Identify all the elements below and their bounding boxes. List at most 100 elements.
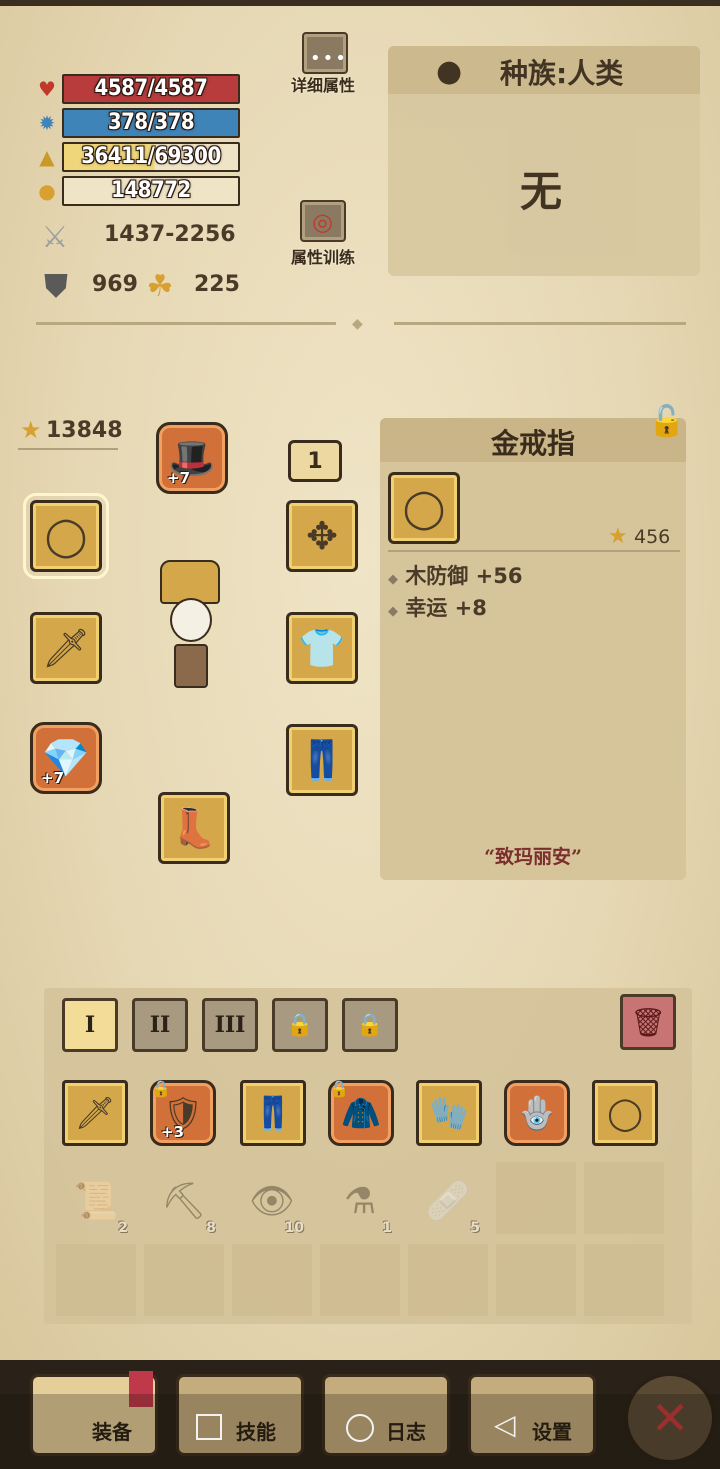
item-score: 456 — [634, 526, 671, 548]
loadout-tab-1[interactable]: I — [62, 998, 118, 1052]
loadout-tab-locked-4[interactable]: 🔒 — [272, 998, 328, 1052]
item-stat-line: ◆ 木防御 +56 — [388, 564, 523, 588]
pants-icon: 👖 — [298, 737, 346, 782]
ring-icon: ◯ — [44, 514, 88, 558]
pickaxe-icon: ⛏ — [161, 1181, 207, 1222]
ring-slot[interactable]: ◯ — [23, 493, 109, 579]
empty-slot[interactable] — [584, 1244, 664, 1316]
bandage-icon: 🩹 — [425, 1181, 471, 1222]
bullet-icon: ◆ — [388, 572, 398, 587]
unlock-icon[interactable]: 🔓 — [648, 404, 685, 439]
inventory-item-ring[interactable]: ◯ — [592, 1080, 658, 1146]
back-icon[interactable]: ◁ — [494, 1408, 516, 1441]
consumable-potion[interactable]: ⚗ 1 — [320, 1162, 400, 1240]
item-detail-panel: 金戒指 ◯ ★ 456 ◆ 木防御 +56 ◆ 幸运 +8 “致玛丽安” — [380, 418, 686, 880]
divider-left — [36, 322, 336, 325]
helmet-enhance: +7 — [167, 469, 191, 487]
inventory-item-pants[interactable]: 👖 — [240, 1080, 306, 1146]
nav-label-skills[interactable]: 技能 — [236, 1416, 276, 1445]
divider-right — [394, 322, 686, 325]
loadout-tab-2[interactable]: II — [132, 998, 188, 1052]
loadout-tab-locked-5[interactable]: 🔒 — [342, 998, 398, 1052]
lock-icon: 🔒 — [151, 1079, 171, 1098]
experience-icon: ▲ — [39, 145, 55, 169]
item-name: 金戒指 — [490, 427, 575, 460]
shield-icon: ⛊ — [43, 266, 68, 305]
star-icon: ★ — [20, 416, 42, 444]
gear-score: 13848 — [46, 418, 123, 443]
race-panel: ● 种族:人类 无 — [388, 46, 700, 276]
eye-icon: 👁 — [249, 1181, 295, 1222]
person-icon: ● — [436, 54, 463, 89]
close-button[interactable]: ✕ — [624, 1372, 716, 1464]
attribute-training-label[interactable]: 属性训练 — [278, 244, 368, 268]
boots-slot[interactable]: 👢 — [158, 792, 230, 864]
amulet-slot[interactable]: 💎 +7 — [30, 722, 102, 794]
inventory-item-dagger[interactable]: 🗡 — [62, 1080, 128, 1146]
attribute-training-button[interactable]: ◎ — [300, 200, 346, 242]
dagger-icon: 🗡 — [41, 625, 91, 670]
empty-slot[interactable] — [56, 1244, 136, 1316]
empty-slot[interactable] — [144, 1244, 224, 1316]
consumable-eye-scroll[interactable]: 👁 10 — [232, 1162, 312, 1240]
nav-label-settings[interactable]: 设置 — [532, 1416, 572, 1445]
set-number-badge[interactable]: 1 — [288, 440, 342, 482]
mana-icon: ✹ — [38, 111, 56, 135]
consumable-bandage[interactable]: 🩹 5 — [408, 1162, 488, 1240]
empty-slot[interactable] — [232, 1244, 312, 1316]
lock-icon: 🔒 — [329, 1079, 349, 1098]
armor-enhance: +3 — [161, 1123, 185, 1141]
loadout-tab-3[interactable]: III — [202, 998, 258, 1052]
home-icon[interactable] — [346, 1414, 374, 1442]
inventory-item-glove[interactable]: 🧤 — [416, 1080, 482, 1146]
dagger-icon: 🗡 — [74, 1094, 116, 1132]
inventory-item-armor[interactable]: 🔒 🛡 +3 — [150, 1079, 216, 1146]
ellipsis-icon: ••• — [310, 48, 348, 69]
item-stat-line: ◆ 幸运 +8 — [388, 596, 487, 620]
hp-bar: 4587/4587 — [62, 74, 240, 104]
lock-icon: 🔒 — [286, 1012, 314, 1038]
trash-button[interactable]: 🗑 — [620, 994, 676, 1050]
pants-icon: 👖 — [253, 1094, 293, 1132]
bookmark-icon — [129, 1371, 153, 1407]
empty-slot[interactable] — [408, 1244, 488, 1316]
helmet-slot[interactable]: 🎩 +7 — [156, 422, 228, 494]
character-avatar — [140, 540, 250, 710]
gold-icon: ● — [38, 179, 56, 203]
inventory-item-cape[interactable]: 🔒 🧥 — [328, 1079, 394, 1146]
gold-bar: 148772 — [62, 176, 240, 206]
ring-icon: ◯ — [607, 1094, 643, 1132]
armor-slot[interactable]: 👕 — [286, 612, 358, 684]
consumable-scroll[interactable]: 📜 2 — [56, 1162, 136, 1240]
character-face — [170, 598, 212, 642]
amulet-enhance: +7 — [41, 769, 65, 787]
claw-icon: ✥ — [306, 514, 338, 558]
bullet-icon: ◆ — [388, 604, 398, 619]
weapon-slot[interactable]: 🗡 — [30, 612, 102, 684]
ring-icon: ◯ — [402, 486, 446, 530]
detail-attributes-label[interactable]: 详细属性 — [278, 72, 368, 96]
score-underline — [18, 448, 118, 450]
inventory-item-charm[interactable]: 🪬 — [504, 1080, 570, 1146]
recents-icon[interactable] — [196, 1414, 222, 1440]
divider-ornament: ◆ — [352, 316, 363, 332]
xp-bar: 36411/69300 — [62, 142, 240, 172]
heart-icon: ♥ — [38, 77, 56, 101]
glove-slot[interactable]: ✥ — [286, 500, 358, 572]
pants-slot[interactable]: 👖 — [286, 724, 358, 796]
nav-label-journal[interactable]: 日志 — [386, 1416, 426, 1445]
lock-icon: 🔒 — [356, 1012, 384, 1038]
cape-icon: 🧥 — [341, 1094, 381, 1132]
luck-icon: ☘ — [146, 268, 174, 304]
consumable-pickaxe[interactable]: ⛏ 8 — [144, 1162, 224, 1240]
detail-attributes-button[interactable]: ••• — [302, 32, 348, 74]
empty-slot[interactable] — [496, 1162, 576, 1234]
empty-slot[interactable] — [496, 1244, 576, 1316]
trash-icon: 🗑 — [630, 1005, 666, 1039]
empty-slot[interactable] — [584, 1162, 664, 1234]
charm-icon: 🪬 — [517, 1094, 557, 1132]
nav-label-equipment[interactable]: 装备 — [92, 1416, 132, 1445]
race-label: 种族:人类 — [500, 57, 624, 90]
glove-icon: 🧤 — [429, 1094, 469, 1132]
empty-slot[interactable] — [320, 1244, 400, 1316]
